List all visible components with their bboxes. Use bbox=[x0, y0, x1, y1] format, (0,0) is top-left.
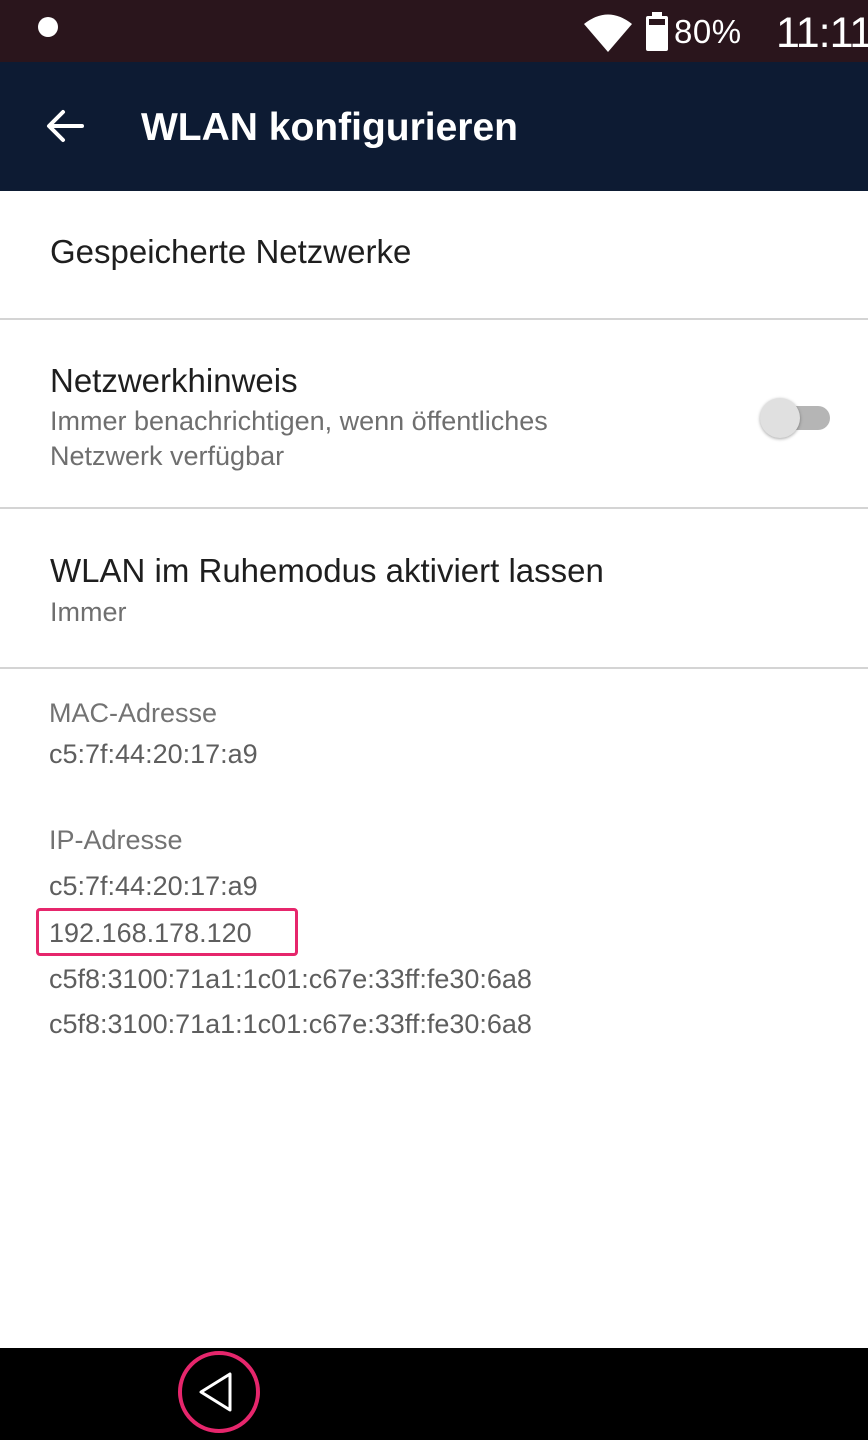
network-notification-toggle[interactable] bbox=[758, 398, 834, 438]
ip-address-value: c5f8:3100:71a1:1c01:c67e:33ff:fe30:6a8 bbox=[49, 964, 532, 994]
notification-dot-icon bbox=[38, 17, 58, 37]
ipv4-highlight-box bbox=[36, 908, 298, 956]
network-notification-item[interactable]: Netzwerkhinweis Immer benachrichtigen, w… bbox=[0, 320, 868, 507]
triangle-back-icon[interactable] bbox=[177, 1350, 261, 1434]
wifi-sleep-subtitle: Immer bbox=[50, 597, 127, 627]
battery-percentage: 80% bbox=[674, 13, 742, 50]
divider bbox=[0, 667, 868, 669]
network-notification-title: Netzwerkhinweis bbox=[50, 362, 298, 399]
battery-icon bbox=[646, 12, 668, 51]
mac-address-value: c5:7f:44:20:17:a9 bbox=[49, 739, 258, 769]
ip-address-label: IP-Adresse bbox=[49, 825, 183, 855]
page-title: WLAN konfigurieren bbox=[141, 106, 518, 149]
saved-networks-label: Gespeicherte Netzwerke bbox=[50, 233, 412, 270]
clock: 11:11 bbox=[776, 9, 868, 57]
wifi-sleep-title: WLAN im Ruhemodus aktiviert lassen bbox=[50, 552, 604, 589]
wifi-icon bbox=[584, 14, 632, 52]
status-bar: 80% 11:11 bbox=[0, 0, 868, 62]
app-bar: WLAN konfigurieren bbox=[0, 62, 868, 191]
network-notification-subtitle-line2: Netzwerk verfügbar bbox=[50, 441, 285, 471]
ip-address-value: c5:7f:44:20:17:a9 bbox=[49, 871, 258, 901]
wifi-sleep-item[interactable]: WLAN im Ruhemodus aktiviert lassen Immer bbox=[0, 509, 868, 667]
toggle-thumb bbox=[760, 398, 800, 438]
saved-networks-item[interactable]: Gespeicherte Netzwerke bbox=[0, 191, 868, 318]
ip-address-value: c5f8:3100:71a1:1c01:c67e:33ff:fe30:6a8 bbox=[49, 1009, 532, 1039]
navigation-bar bbox=[0, 1348, 868, 1440]
mac-address-label: MAC-Adresse bbox=[49, 698, 218, 728]
network-notification-subtitle-line1: Immer benachrichtigen, wenn öffentliches bbox=[50, 406, 548, 436]
arrow-left-icon[interactable] bbox=[44, 107, 86, 145]
